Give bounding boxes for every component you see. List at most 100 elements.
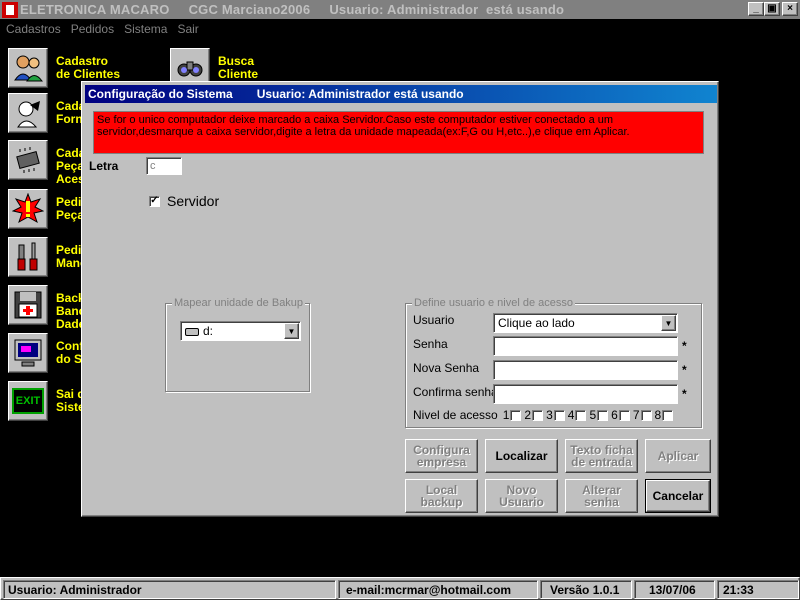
drive-icon: [185, 327, 199, 336]
nivel-number: 2: [524, 408, 532, 422]
nivel-checkbox[interactable]: [640, 409, 652, 421]
usuario-label: Usuario: [413, 313, 455, 327]
sidebar-label: Busca Cliente: [218, 54, 259, 81]
sidebar-item-pedido-pecas[interactable]: Pedi Peça: [8, 189, 84, 229]
nova-senha-label: Nova Senha: [413, 361, 480, 375]
close-button[interactable]: ×: [782, 2, 798, 16]
servidor-checkbox[interactable]: ✓: [149, 195, 160, 207]
app-icon: [2, 1, 18, 18]
servidor-label: Servidor: [167, 193, 220, 209]
menu-bar: Cadastros Pedidos Sistema Sair: [0, 19, 800, 38]
monitor-icon: [8, 333, 48, 373]
chevron-down-icon[interactable]: ▼: [661, 315, 676, 331]
restore-button[interactable]: ▣: [764, 2, 780, 16]
required-mark: *: [682, 339, 687, 353]
nivel-checkbox[interactable]: [597, 409, 609, 421]
nivel-checkbox[interactable]: [662, 409, 674, 421]
nivel-number: 4: [567, 408, 575, 422]
usuario-select[interactable]: Clique ao lado ▼: [493, 313, 678, 333]
alert-icon: [8, 189, 48, 229]
nivel-checkbox[interactable]: [553, 409, 565, 421]
dialog-title-user: Usuario: Administrador está usando: [256, 87, 464, 101]
nivel-number: 8: [654, 408, 662, 422]
usuario-value: Clique ao lado: [498, 316, 575, 330]
nivel-number: 5: [589, 408, 597, 422]
alterar-senha-button[interactable]: Alterar senha: [565, 479, 638, 513]
sidebar-label: Pedi Peça: [56, 195, 85, 222]
menu-sistema[interactable]: Sistema: [124, 22, 167, 36]
sidebar-item-backup[interactable]: Back Banc Dade: [8, 285, 85, 331]
tools-icon: [8, 237, 48, 277]
nova-senha-field[interactable]: [493, 360, 678, 380]
backup-groupbox: Mapear unidade de Bakup d: ▼: [165, 297, 310, 392]
status-user: Usuario: Administrador: [3, 580, 336, 599]
letra-input[interactable]: c: [146, 157, 182, 175]
status-time: 21:33: [717, 580, 799, 599]
senha-field[interactable]: [493, 336, 678, 356]
nivel-5[interactable]: 5: [589, 408, 609, 422]
drive-select[interactable]: d: ▼: [180, 321, 301, 341]
minimize-button[interactable]: _: [748, 2, 764, 16]
nivel-8[interactable]: 8: [655, 408, 674, 422]
nivel-checkbox[interactable]: [618, 409, 630, 421]
sidebar-item-fornecedores[interactable]: Cada Forn: [8, 93, 85, 133]
localizar-button[interactable]: Localizar: [485, 439, 558, 473]
nivel-3[interactable]: 3: [546, 408, 565, 422]
sidebar-item-pecas-acessorios[interactable]: Cada Peça Aces: [8, 140, 85, 186]
menu-sair[interactable]: Sair: [177, 22, 198, 36]
exit-sign: EXIT: [12, 388, 44, 414]
cancelar-button[interactable]: Cancelar: [645, 479, 711, 513]
nivel-checkbox[interactable]: [575, 409, 587, 421]
drive-value: d:: [203, 324, 214, 338]
status-bar: Usuario: Administrador e-mail:mcrmar@hot…: [0, 577, 800, 600]
app-titlebar[interactable]: ELETRONICA MACARO CGC Marciano2006 Usuar…: [0, 0, 800, 19]
nivel-number: 7: [632, 408, 640, 422]
people-icon: [8, 48, 48, 88]
menu-cadastros[interactable]: Cadastros: [6, 22, 61, 36]
nivel-number: 3: [546, 408, 553, 422]
required-mark: *: [682, 363, 687, 377]
dialog-titlebar[interactable]: Configuração do Sistema Usuario: Adminis…: [85, 85, 717, 103]
nivel-6[interactable]: 6: [611, 408, 630, 422]
status-email: e-mail:mcrmar@hotmail.com: [338, 580, 538, 599]
config-dialog: Configuração do Sistema Usuario: Adminis…: [81, 81, 719, 517]
nivel-2[interactable]: 2: [524, 408, 544, 422]
nivel-label: Nivel de acesso: [413, 408, 498, 422]
nivel-checkbox[interactable]: [532, 409, 544, 421]
chevron-down-icon[interactable]: ▼: [284, 323, 299, 339]
confirma-senha-field[interactable]: [493, 384, 678, 404]
nivel-4[interactable]: 4: [568, 408, 587, 422]
handshake-icon: [8, 93, 48, 133]
app-title: ELETRONICA MACARO CGC Marciano2006 Usuar…: [20, 2, 565, 17]
aplicar-button[interactable]: Aplicar: [645, 439, 711, 473]
user-group-title: Define usuario e nivel de acesso: [412, 297, 575, 309]
required-mark: *: [682, 387, 687, 401]
disk-icon: [8, 285, 48, 325]
window-controls: _ ▣ ×: [748, 2, 798, 16]
nivel-checkbox[interactable]: [510, 409, 522, 421]
local-backup-button[interactable]: Local backup: [405, 479, 478, 513]
dialog-title: Configuração do Sistema: [88, 87, 233, 101]
sidebar-item-sair-sistema[interactable]: EXIT Sai d Siste: [8, 381, 85, 421]
nivel-number: 1: [502, 408, 510, 422]
texto-ficha-button[interactable]: Texto ficha de entrada: [565, 439, 638, 473]
nivel-7[interactable]: 7: [633, 408, 652, 422]
sidebar-label: Cadastro de Clientes: [56, 54, 121, 81]
configura-empresa-button[interactable]: Configura empresa: [405, 439, 478, 473]
novo-usuario-button[interactable]: Novo Usuario: [485, 479, 558, 513]
menu-pedidos[interactable]: Pedidos: [71, 22, 114, 36]
chip-icon: [8, 140, 48, 180]
nivel-number: 6: [611, 408, 618, 422]
sidebar-item-pedido-manutencao[interactable]: Pedi Mano: [8, 237, 87, 277]
sidebar-item-config-sistema[interactable]: Conf do S: [8, 333, 83, 373]
status-date: 13/07/06: [634, 580, 715, 599]
senha-label: Senha: [413, 337, 448, 351]
confirma-senha-label: Confirma senha: [413, 385, 498, 399]
servidor-checkbox-row[interactable]: ✓ Servidor: [149, 193, 219, 209]
alert-message: Se for o unico computador deixe marcado …: [93, 111, 704, 154]
nivel-1[interactable]: 1: [503, 408, 522, 422]
nivel-acesso-row: Nivel de acesso 1 2 3 4 5 6 7 8: [413, 408, 674, 422]
sidebar-label: Conf do S: [56, 339, 84, 366]
backup-group-title: Mapear unidade de Bakup: [172, 297, 306, 309]
exit-icon: EXIT: [8, 381, 48, 421]
